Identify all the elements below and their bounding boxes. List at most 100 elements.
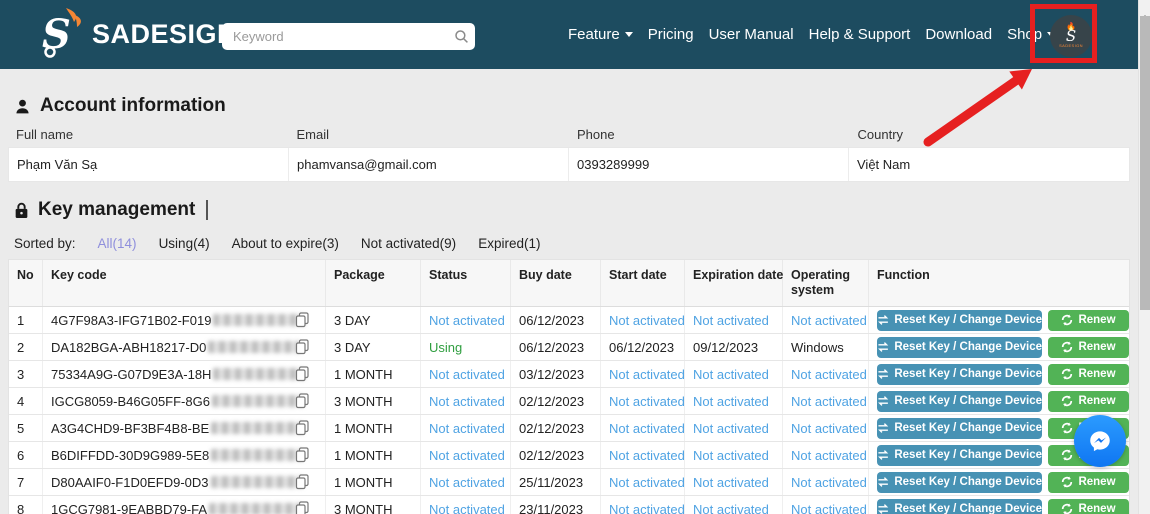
field-value-fullname: Phạm Văn Sạ <box>9 148 289 181</box>
cell-status[interactable]: Using <box>429 340 462 355</box>
cell-expiration-date: Not activated <box>693 367 769 382</box>
col-header-expiration: Expiration date <box>685 260 783 306</box>
key-management-title-text: Key management <box>38 199 195 221</box>
cell-start-date: Not activated <box>609 367 685 382</box>
filter-not-activated[interactable]: Not activated(9) <box>361 236 456 251</box>
key-table: No Key code Package Status Buy date Star… <box>8 259 1130 514</box>
cell-status[interactable]: Not activated <box>429 313 505 328</box>
table-row: 4 IGCG8059-B46G05FF-8G6 3 MONTH Not acti… <box>9 388 1129 415</box>
cell-expiration-date: 09/12/2023 <box>693 340 758 355</box>
renew-button[interactable]: Renew <box>1048 364 1129 385</box>
copy-icon[interactable] <box>294 420 311 437</box>
nav-label: Pricing <box>648 26 694 43</box>
cell-expiration-date: Not activated <box>693 421 769 436</box>
search-button[interactable] <box>448 24 474 49</box>
reset-key-button[interactable]: Reset Key / Change Device <box>877 310 1042 331</box>
cell-status[interactable]: Not activated <box>429 367 505 382</box>
reset-key-button[interactable]: Reset Key / Change Device <box>877 391 1042 412</box>
copy-icon[interactable] <box>294 474 311 491</box>
cell-start-date: Not activated <box>609 421 685 436</box>
nav-item-pricing[interactable]: Pricing <box>648 26 694 43</box>
cell-status[interactable]: Not activated <box>429 421 505 436</box>
reset-key-label: Reset Key / Change Device <box>894 503 1042 514</box>
refresh-icon <box>1061 422 1073 434</box>
nav-item-user-manual[interactable]: User Manual <box>709 26 794 43</box>
renew-button[interactable]: Renew <box>1048 337 1129 358</box>
search-input[interactable] <box>223 29 448 44</box>
key-code-text: 1GCG7981-9EABBD79-FA <box>51 502 207 514</box>
cell-function: Reset Key / Change Device Renew <box>869 361 1129 387</box>
cell-package: 1 MONTH <box>326 415 421 441</box>
table-row: 1 4G7F98A3-IFG71B02-F019 3 DAY Not activ… <box>9 307 1129 334</box>
copy-icon[interactable] <box>294 312 311 329</box>
reset-key-button[interactable]: Reset Key / Change Device <box>877 472 1042 493</box>
search-box <box>222 23 475 50</box>
reset-key-button[interactable]: Reset Key / Change Device <box>877 499 1042 514</box>
renew-label: Renew <box>1078 368 1115 380</box>
key-table-body: 1 4G7F98A3-IFG71B02-F019 3 DAY Not activ… <box>9 307 1129 514</box>
key-code-text: 4G7F98A3-IFG71B02-F019 <box>51 313 211 328</box>
cell-function: Reset Key / Change Device Renew <box>869 388 1129 414</box>
cell-package: 1 MONTH <box>326 442 421 468</box>
messenger-chat-button[interactable] <box>1074 415 1126 467</box>
cell-status[interactable]: Not activated <box>429 448 505 463</box>
col-header-buy-date: Buy date <box>511 260 601 306</box>
filter-expired[interactable]: Expired(1) <box>478 236 540 251</box>
renew-button[interactable]: Renew <box>1048 310 1129 331</box>
nav-item-feature[interactable]: Feature <box>568 26 633 43</box>
account-avatar[interactable]: 🔥 S SADESIGN <box>1050 15 1092 57</box>
sadesign-logo-icon: S <box>36 6 84 62</box>
sort-filter-bar: Sorted by: All(14) Using(4) About to exp… <box>14 236 540 251</box>
sorted-by-label: Sorted by: <box>14 236 76 251</box>
reset-key-label: Reset Key / Change Device <box>894 422 1042 434</box>
cell-key-code: 4G7F98A3-IFG71B02-F019 <box>43 307 326 333</box>
col-header-package: Package <box>326 260 421 306</box>
brand[interactable]: S SADESIGN <box>36 6 237 62</box>
filter-using[interactable]: Using(4) <box>159 236 210 251</box>
cell-os: Not activated <box>791 448 867 463</box>
nav-item-help-support[interactable]: Help & Support <box>809 26 911 43</box>
copy-icon[interactable] <box>294 366 311 383</box>
cell-key-code: 75334A9G-G07D9E3A-18H <box>43 361 326 387</box>
reset-key-button[interactable]: Reset Key / Change Device <box>877 337 1042 358</box>
copy-icon[interactable] <box>294 501 311 514</box>
cell-status[interactable]: Not activated <box>429 475 505 490</box>
reset-key-button[interactable]: Reset Key / Change Device <box>877 364 1042 385</box>
cell-start-date: Not activated <box>609 502 685 514</box>
table-row: 2 DA182BGA-ABH18217-D0 3 DAY Using 06/12… <box>9 334 1129 361</box>
field-value-email: phamvansa@gmail.com <box>289 148 569 181</box>
cell-expiration-date: Not activated <box>693 313 769 328</box>
copy-icon[interactable] <box>294 393 311 410</box>
chevron-down-icon <box>625 32 633 37</box>
refresh-icon <box>1061 449 1073 461</box>
scrollbar-thumb[interactable] <box>1140 16 1150 310</box>
cell-status[interactable]: Not activated <box>429 394 505 409</box>
messenger-icon <box>1085 426 1115 456</box>
key-management-title: Key management <box>14 199 208 221</box>
table-row: 3 75334A9G-G07D9E3A-18H 1 MONTH Not acti… <box>9 361 1129 388</box>
renew-button[interactable]: Renew <box>1048 472 1129 493</box>
field-label-email: Email <box>289 127 570 142</box>
nav-item-shop[interactable]: Shop <box>1007 26 1055 43</box>
copy-icon[interactable] <box>294 339 311 356</box>
cell-key-code: B6DIFFDD-30D9G989-5E8 <box>43 442 326 468</box>
renew-label: Renew <box>1078 503 1115 514</box>
nav-item-download[interactable]: Download <box>925 26 992 43</box>
scrollbar-up-button[interactable] <box>1139 0 1150 15</box>
reset-key-button[interactable]: Reset Key / Change Device <box>877 445 1042 466</box>
cell-buy-date: 02/12/2023 <box>511 415 601 441</box>
renew-button[interactable]: Renew <box>1048 391 1129 412</box>
filter-all[interactable]: All(14) <box>98 236 137 251</box>
reset-key-button[interactable]: Reset Key / Change Device <box>877 418 1042 439</box>
key-code-redacted <box>208 341 300 353</box>
exchange-arrows-icon <box>877 395 889 407</box>
col-header-start-date: Start date <box>601 260 685 306</box>
page: S SADESIGN Feature Pricing User Manual H… <box>0 0 1150 514</box>
copy-icon[interactable] <box>294 447 311 464</box>
cell-status[interactable]: Not activated <box>429 502 505 514</box>
renew-button[interactable]: Renew <box>1048 499 1129 514</box>
cell-buy-date: 02/12/2023 <box>511 388 601 414</box>
account-field-labels: Full name Email Phone Country <box>8 127 1130 142</box>
refresh-icon <box>1061 395 1073 407</box>
filter-about-to-expire[interactable]: About to expire(3) <box>232 236 339 251</box>
